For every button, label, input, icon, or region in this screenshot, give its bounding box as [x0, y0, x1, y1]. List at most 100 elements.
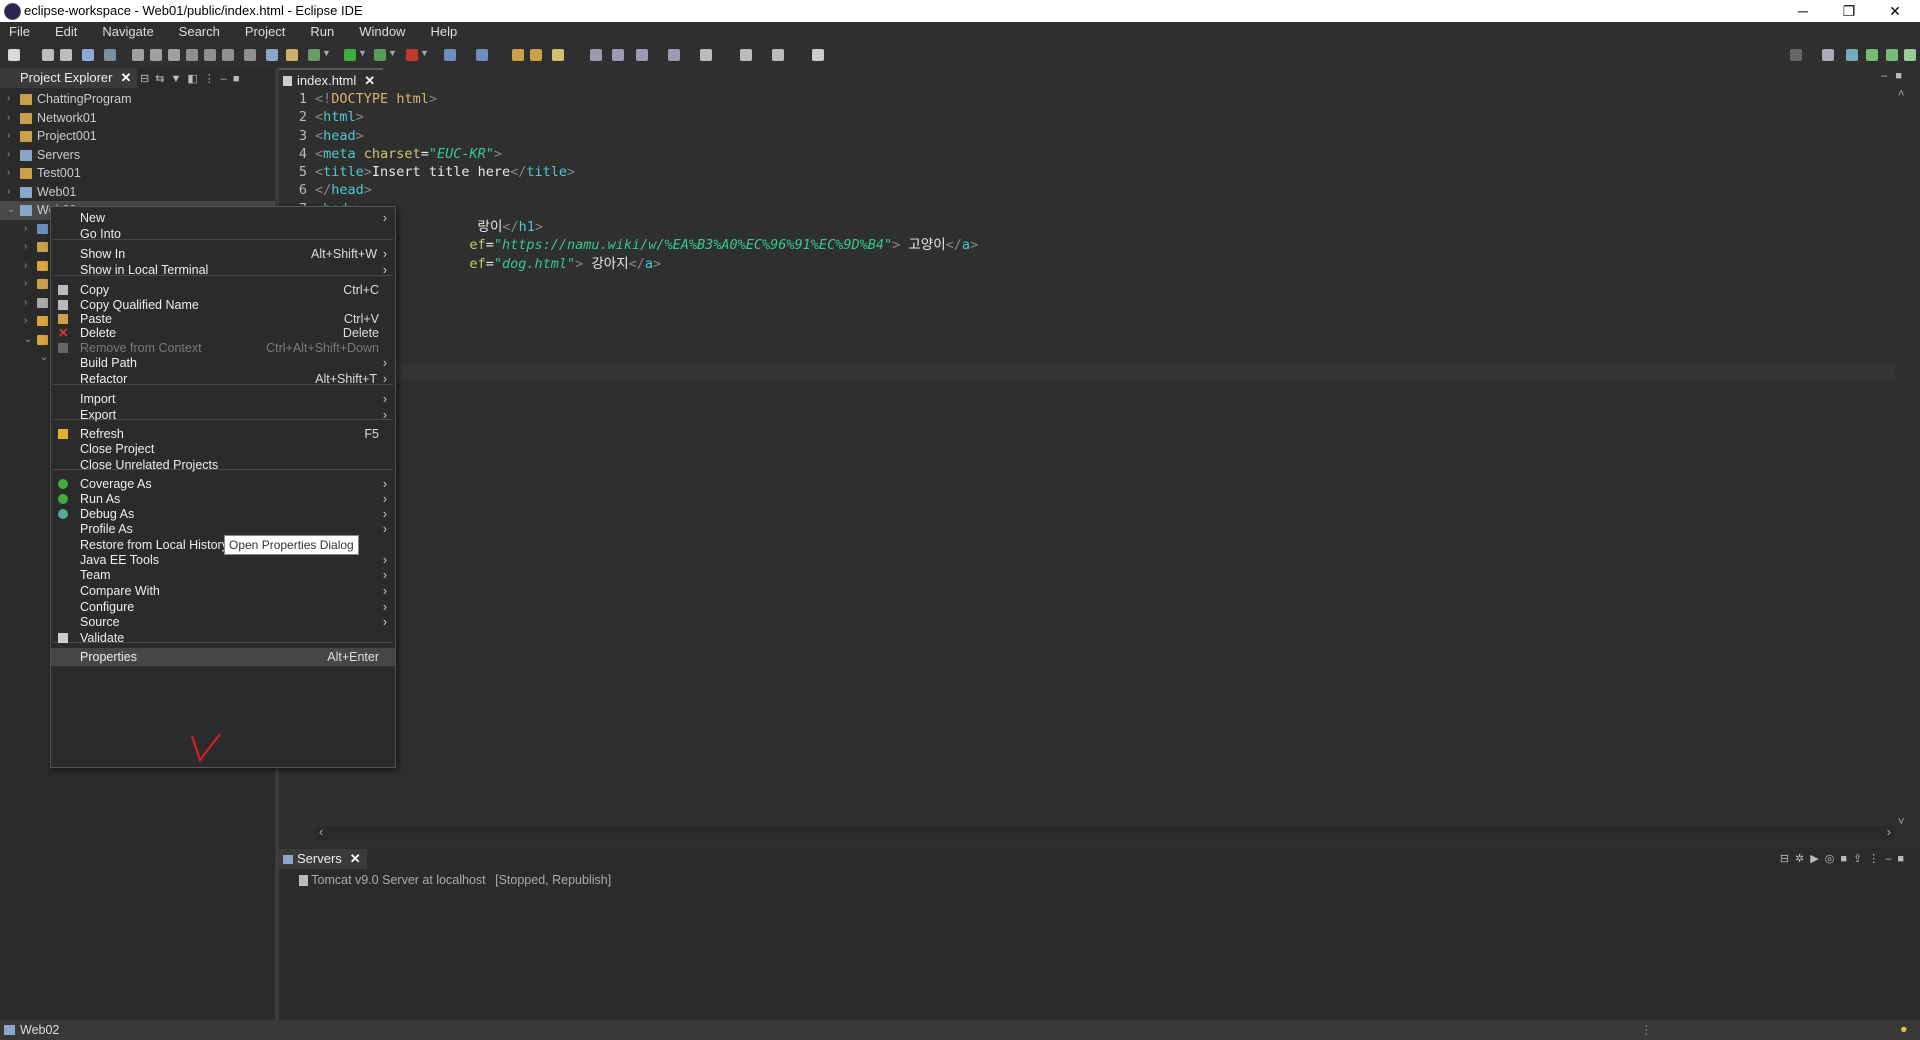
minimize-view-icon[interactable]: ‒	[1885, 853, 1897, 865]
publish-icon[interactable]: ⇪	[1853, 853, 1868, 865]
tree-item-web01[interactable]: › Web01	[0, 183, 275, 202]
menu-help[interactable]: Help	[430, 22, 457, 39]
debug-perspective-icon[interactable]	[1866, 49, 1878, 61]
pencil-icon[interactable]	[552, 49, 564, 61]
start-server-icon[interactable]: ▶	[1810, 853, 1824, 865]
chevron-right-icon[interactable]: ›	[24, 220, 27, 239]
view-menu-icon[interactable]: ⋮	[204, 73, 221, 85]
java-ee-perspective-icon[interactable]	[1846, 49, 1858, 61]
maximize-view-icon[interactable]: ■	[233, 73, 246, 85]
profile-server-icon[interactable]: ◎	[1825, 853, 1841, 865]
save-icon[interactable]	[42, 49, 54, 61]
suspend-icon[interactable]	[150, 49, 162, 61]
close-window-button[interactable]: ✕	[1872, 0, 1918, 22]
chevron-right-icon[interactable]: ›	[7, 127, 10, 146]
open-perspective-icon[interactable]	[1822, 49, 1834, 61]
coverage-icon[interactable]	[374, 49, 386, 61]
open-type-icon[interactable]	[512, 49, 524, 61]
open-folder-icon[interactable]	[530, 49, 542, 61]
external-tools-dropdown-icon[interactable]: ▼	[420, 48, 429, 58]
external-tools-icon[interactable]	[406, 49, 418, 61]
open-console-icon[interactable]	[266, 49, 278, 61]
terminate-icon[interactable]	[168, 49, 180, 61]
menu-file[interactable]: File	[9, 22, 30, 39]
chevron-right-icon[interactable]: ›	[7, 109, 10, 128]
run-dropdown-icon[interactable]: ▼	[358, 48, 367, 58]
tab-project-explorer[interactable]: Project Explorer ✕	[0, 68, 138, 88]
tab-index-html[interactable]: index.html ✕	[279, 68, 384, 92]
scroll-up-icon[interactable]: ˄	[1898, 88, 1904, 100]
chevron-right-icon[interactable]: ›	[7, 90, 10, 109]
menu-item-close-unrelated-projects[interactable]: Close Unrelated Projects	[51, 456, 395, 474]
step-over-icon[interactable]	[204, 49, 216, 61]
minimize-button[interactable]: ─	[1780, 0, 1826, 22]
search-toolbar-icon[interactable]	[590, 49, 602, 61]
minimize-editor-icon[interactable]: ‒	[1881, 70, 1895, 82]
code-editor[interactable]: 1 <!DOCTYPE html> 2 <html> 3 <head> 4 <meta cha…	[279, 90, 1889, 273]
chevron-right-icon[interactable]: ›	[24, 238, 27, 257]
debug-dropdown-icon[interactable]: ▼	[322, 48, 331, 58]
menu-item-show-in-local-terminal[interactable]: Show in Local Terminal ›	[51, 261, 395, 279]
focus-icon[interactable]: ◧	[187, 73, 203, 85]
new-java-project-icon[interactable]	[444, 49, 456, 61]
code-line[interactable]: 2 <html>	[279, 108, 1889, 126]
chevron-right-icon[interactable]: ›	[7, 146, 10, 165]
menu-item-properties[interactable]: Properties Alt+Enter	[51, 648, 395, 666]
view-menu-icon[interactable]: ⋮	[1868, 853, 1885, 865]
new-server-icon[interactable]	[286, 49, 298, 61]
chevron-right-icon[interactable]: ›	[7, 164, 10, 183]
filter-icon[interactable]: ▼	[170, 73, 187, 85]
step-into-icon[interactable]	[186, 49, 198, 61]
chevron-right-icon[interactable]: ›	[24, 257, 27, 276]
resume-icon[interactable]	[132, 49, 144, 61]
code-line[interactable]: 4 <meta charset="EUC-KR">	[279, 145, 1889, 163]
code-line[interactable]: ef="dog.html"> 강아지</a>	[279, 255, 1889, 273]
maximize-view-icon[interactable]: ■	[1897, 853, 1910, 865]
new-icon[interactable]	[8, 49, 20, 61]
tab-servers[interactable]: Servers ✕	[279, 849, 367, 869]
menu-navigate[interactable]: Navigate	[102, 22, 153, 39]
menu-search[interactable]: Search	[179, 22, 220, 39]
debug-server-icon[interactable]: ✲	[1795, 853, 1810, 865]
chevron-right-icon[interactable]: ›	[24, 275, 27, 294]
code-line[interactable]: 5 <title>Insert title here</title>	[279, 163, 1889, 181]
link-editor-icon[interactable]: ⇆	[155, 73, 170, 85]
code-line[interactable]: 3 <head>	[279, 127, 1889, 145]
chevron-right-icon[interactable]: ›	[24, 294, 27, 313]
java-perspective-icon[interactable]	[1886, 49, 1898, 61]
horizontal-scrollbar[interactable]: ‹ ›	[315, 824, 1895, 840]
close-icon[interactable]: ✕	[120, 70, 131, 85]
pin-editor-icon[interactable]	[812, 49, 824, 61]
menu-item-go-into[interactable]: Go Into	[51, 225, 395, 243]
menu-project[interactable]: Project	[245, 22, 285, 39]
back-icon[interactable]	[740, 49, 752, 61]
next-annotation-icon[interactable]	[636, 49, 648, 61]
git-perspective-icon[interactable]	[1904, 49, 1916, 61]
scroll-left-icon[interactable]: ‹	[319, 824, 323, 839]
debug-icon[interactable]	[308, 49, 320, 61]
scroll-right-icon[interactable]: ›	[1887, 824, 1891, 839]
collapse-all-icon[interactable]: ⊟	[140, 73, 155, 85]
code-line[interactable]: ef="https://namu.wiki/w/%EA%B3%A0%EC%96%…	[279, 236, 1889, 254]
maximize-editor-icon[interactable]: ■	[1895, 70, 1910, 82]
run-icon[interactable]	[344, 49, 356, 61]
menu-item-validate[interactable]: Validate	[51, 629, 395, 647]
save-all-icon[interactable]	[60, 49, 72, 61]
vertical-scrollbar[interactable]: ˄ ˅	[1898, 88, 1912, 828]
menu-window[interactable]: Window	[359, 22, 405, 39]
tree-item-network01[interactable]: › Network01	[0, 109, 275, 128]
forward-icon[interactable]	[772, 49, 784, 61]
search-icon[interactable]	[1790, 49, 1802, 61]
chevron-right-icon[interactable]: ›	[7, 183, 10, 202]
code-line[interactable]: 1 <!DOCTYPE html>	[279, 90, 1889, 108]
menu-run[interactable]: Run	[310, 22, 334, 39]
step-return-icon[interactable]	[222, 49, 234, 61]
previous-annotation-icon[interactable]	[668, 49, 680, 61]
chevron-down-icon[interactable]: ⌄	[24, 331, 32, 350]
skip-breakpoints-icon[interactable]	[104, 49, 116, 61]
restore-button[interactable]: ❐	[1826, 0, 1872, 22]
lightbulb-icon[interactable]: ●	[1900, 1022, 1908, 1036]
tree-item-project001[interactable]: › Project001	[0, 127, 275, 146]
close-icon[interactable]: ✕	[350, 851, 361, 866]
minimize-view-icon[interactable]: ‒	[221, 73, 233, 85]
